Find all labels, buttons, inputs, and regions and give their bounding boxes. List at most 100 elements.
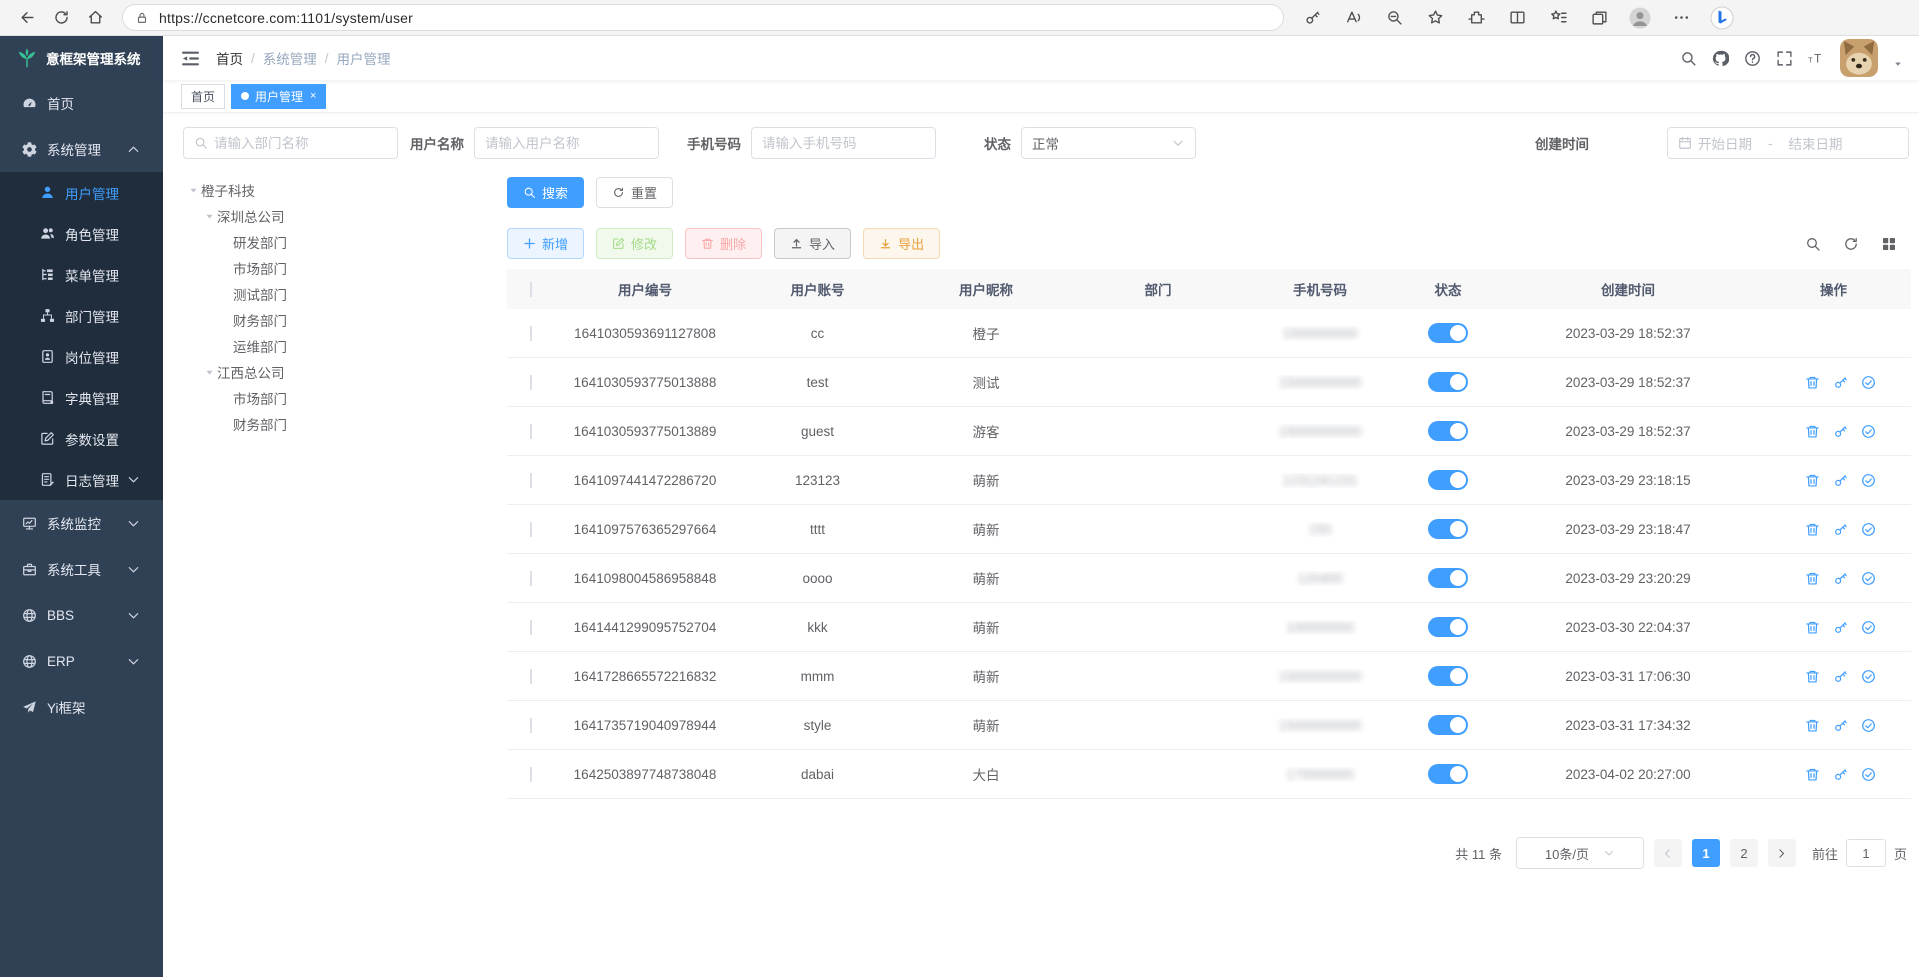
tree-node-市场部门[interactable]: 市场部门	[183, 255, 398, 281]
next-page-button[interactable]	[1768, 839, 1796, 867]
status-toggle[interactable]	[1428, 568, 1468, 588]
check-circle-action-icon[interactable]	[1861, 522, 1876, 537]
trash-action-icon[interactable]	[1805, 620, 1820, 635]
status-toggle[interactable]	[1428, 715, 1468, 735]
breadcrumb-item-2[interactable]: 用户管理	[337, 48, 391, 68]
key-action-icon[interactable]	[1833, 620, 1848, 635]
key-action-icon[interactable]	[1833, 767, 1848, 782]
browser-home-icon[interactable]	[78, 4, 112, 32]
search-button[interactable]: 搜索	[507, 177, 584, 208]
status-toggle[interactable]	[1428, 372, 1468, 392]
edit-button[interactable]: 修改	[596, 228, 673, 259]
import-button[interactable]: 导入	[774, 228, 851, 259]
sidebar-item-user-mgmt[interactable]: 用户管理	[0, 172, 163, 213]
sidebar-item-tools[interactable]: 系统工具	[0, 546, 163, 592]
key-action-icon[interactable]	[1833, 424, 1848, 439]
sidebar-item-dict-mgmt[interactable]: 字典管理	[0, 377, 163, 418]
fullscreen-icon[interactable]	[1776, 50, 1793, 67]
goto-page-input[interactable]	[1846, 839, 1886, 867]
sidebar-item-dept-mgmt[interactable]: 部门管理	[0, 295, 163, 336]
sidebar-item-erp[interactable]: ERP	[0, 638, 163, 684]
status-toggle[interactable]	[1428, 519, 1468, 539]
tree-node-测试部门[interactable]: 测试部门	[183, 281, 398, 307]
phone-input[interactable]	[762, 136, 925, 151]
row-checkbox[interactable]	[530, 424, 532, 439]
sidebar-item-role-mgmt[interactable]: 角色管理	[0, 213, 163, 254]
font-size-icon[interactable]: TT	[1808, 50, 1825, 67]
status-toggle[interactable]	[1428, 764, 1468, 784]
sidebar-item-post-mgmt[interactable]: 岗位管理	[0, 336, 163, 377]
reset-button[interactable]: 重置	[596, 177, 673, 208]
sidebar-item-monitor[interactable]: 系统监控	[0, 500, 163, 546]
status-select[interactable]: 正常	[1021, 127, 1196, 159]
check-circle-action-icon[interactable]	[1861, 424, 1876, 439]
github-icon[interactable]	[1712, 50, 1729, 67]
sidebar-item-bbs[interactable]: BBS	[0, 592, 163, 638]
tree-node-研发部门[interactable]: 研发部门	[183, 229, 398, 255]
row-checkbox[interactable]	[530, 522, 532, 537]
browser-url-bar[interactable]: https://ccnetcore.com:1101/system/user	[122, 4, 1284, 31]
browser-read-aloud-icon[interactable]	[1337, 4, 1369, 32]
browser-refresh-icon[interactable]	[44, 4, 78, 32]
key-action-icon[interactable]	[1833, 571, 1848, 586]
check-circle-action-icon[interactable]	[1861, 473, 1876, 488]
browser-back-icon[interactable]	[10, 4, 44, 32]
breadcrumb-item-1[interactable]: 系统管理	[263, 48, 317, 68]
status-toggle[interactable]	[1428, 421, 1468, 441]
key-action-icon[interactable]	[1833, 669, 1848, 684]
key-action-icon[interactable]	[1833, 473, 1848, 488]
table-grid-icon[interactable]	[1881, 236, 1897, 252]
trash-action-icon[interactable]	[1805, 375, 1820, 390]
browser-favorites-bar-icon[interactable]	[1542, 4, 1574, 32]
row-checkbox[interactable]	[530, 571, 532, 586]
browser-split-screen-icon[interactable]	[1501, 4, 1533, 32]
tab-用户管理[interactable]: 用户管理×	[231, 84, 326, 109]
sidebar-item-log-mgmt[interactable]: 日志管理	[0, 459, 163, 500]
username-input[interactable]	[485, 136, 648, 151]
trash-action-icon[interactable]	[1805, 522, 1820, 537]
sidebar-item-home[interactable]: 首页	[0, 80, 163, 126]
row-checkbox[interactable]	[530, 718, 532, 733]
row-checkbox[interactable]	[530, 326, 532, 341]
help-icon[interactable]	[1744, 50, 1761, 67]
page-size-select[interactable]: 10条/页	[1516, 837, 1644, 869]
tree-node-运维部门[interactable]: 运维部门	[183, 333, 398, 359]
user-avatar[interactable]	[1840, 39, 1878, 77]
sidebar-toggle-icon[interactable]	[181, 49, 200, 68]
check-circle-action-icon[interactable]	[1861, 571, 1876, 586]
trash-action-icon[interactable]	[1805, 767, 1820, 782]
status-toggle[interactable]	[1428, 666, 1468, 686]
browser-extensions-icon[interactable]	[1460, 4, 1492, 32]
browser-profile-icon[interactable]	[1624, 4, 1656, 32]
breadcrumb-item-0[interactable]: 首页	[216, 48, 243, 68]
trash-action-icon[interactable]	[1805, 571, 1820, 586]
sidebar-item-yi-framework[interactable]: Yi框架	[0, 684, 163, 730]
browser-bing-icon[interactable]	[1706, 4, 1738, 32]
app-logo[interactable]: 意框架管理系统	[0, 36, 163, 80]
tree-node-江西总公司[interactable]: 江西总公司	[183, 359, 398, 385]
delete-button[interactable]: 删除	[685, 228, 762, 259]
status-toggle[interactable]	[1428, 470, 1468, 490]
tree-node-深圳总公司[interactable]: 深圳总公司	[183, 203, 398, 229]
check-circle-action-icon[interactable]	[1861, 669, 1876, 684]
tree-node-市场部门[interactable]: 市场部门	[183, 385, 398, 411]
add-button[interactable]: 新增	[507, 228, 584, 259]
check-circle-action-icon[interactable]	[1861, 375, 1876, 390]
status-toggle[interactable]	[1428, 617, 1468, 637]
tree-node-橙子科技[interactable]: 橙子科技	[183, 177, 398, 203]
key-action-icon[interactable]	[1833, 522, 1848, 537]
page-button-1[interactable]: 1	[1692, 839, 1720, 867]
browser-zoom-out-icon[interactable]	[1378, 4, 1410, 32]
trash-action-icon[interactable]	[1805, 669, 1820, 684]
tree-node-财务部门[interactable]: 财务部门	[183, 307, 398, 333]
row-checkbox[interactable]	[530, 767, 532, 782]
row-checkbox[interactable]	[530, 669, 532, 684]
trash-action-icon[interactable]	[1805, 473, 1820, 488]
check-circle-action-icon[interactable]	[1861, 767, 1876, 782]
table-search-icon[interactable]	[1805, 236, 1821, 252]
sidebar-item-menu-mgmt[interactable]: 菜单管理	[0, 254, 163, 295]
row-checkbox[interactable]	[530, 375, 532, 390]
tab-close-icon[interactable]: ×	[310, 90, 316, 102]
date-range-picker[interactable]: 开始日期 - 结束日期	[1667, 127, 1909, 159]
status-toggle[interactable]	[1428, 323, 1468, 343]
